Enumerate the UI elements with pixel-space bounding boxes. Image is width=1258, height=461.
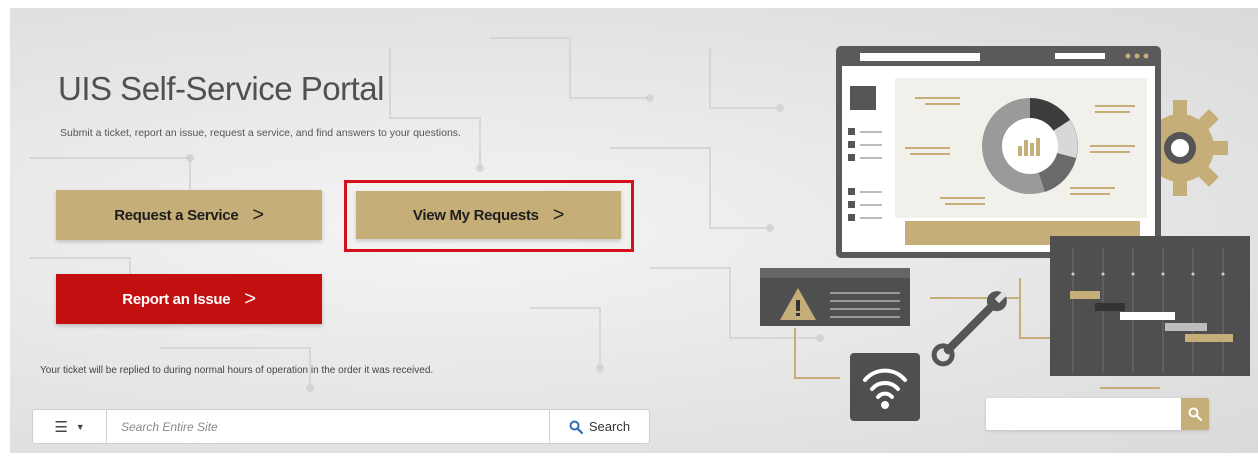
search-icon — [569, 420, 583, 434]
search-bar: ☰ ▼ Search — [32, 409, 650, 444]
chevron-right-icon: > — [252, 204, 264, 226]
search-button[interactable]: Search — [549, 410, 649, 443]
page-subtitle: Submit a ticket, report an issue, reques… — [60, 127, 461, 139]
request-service-button[interactable]: Request a Service > — [56, 190, 322, 240]
chevron-right-icon: > — [244, 288, 256, 310]
hamburger-icon: ☰ — [54, 418, 68, 436]
request-service-label: Request a Service — [114, 206, 239, 224]
view-requests-label: View My Requests — [412, 206, 539, 224]
illustration-search-box — [986, 398, 1209, 430]
ticket-note: Your ticket will be replied to during no… — [40, 365, 434, 376]
chevron-right-icon: > — [552, 204, 565, 226]
search-input[interactable] — [107, 410, 549, 443]
search-button-label: Search — [588, 419, 631, 434]
hero-banner: UIS Self-Service Portal Submit a ticket,… — [10, 8, 1258, 453]
caret-down-icon: ▼ — [75, 421, 85, 432]
view-requests-button[interactable]: View My Requests > — [356, 191, 621, 239]
search-scope-dropdown[interactable]: ☰ ▼ — [33, 410, 107, 443]
report-issue-button[interactable]: Report an Issue > — [56, 274, 322, 324]
search-icon — [1181, 398, 1209, 430]
report-issue-label: Report an Issue — [122, 290, 231, 308]
page-title: UIS Self-Service Portal — [58, 70, 384, 107]
